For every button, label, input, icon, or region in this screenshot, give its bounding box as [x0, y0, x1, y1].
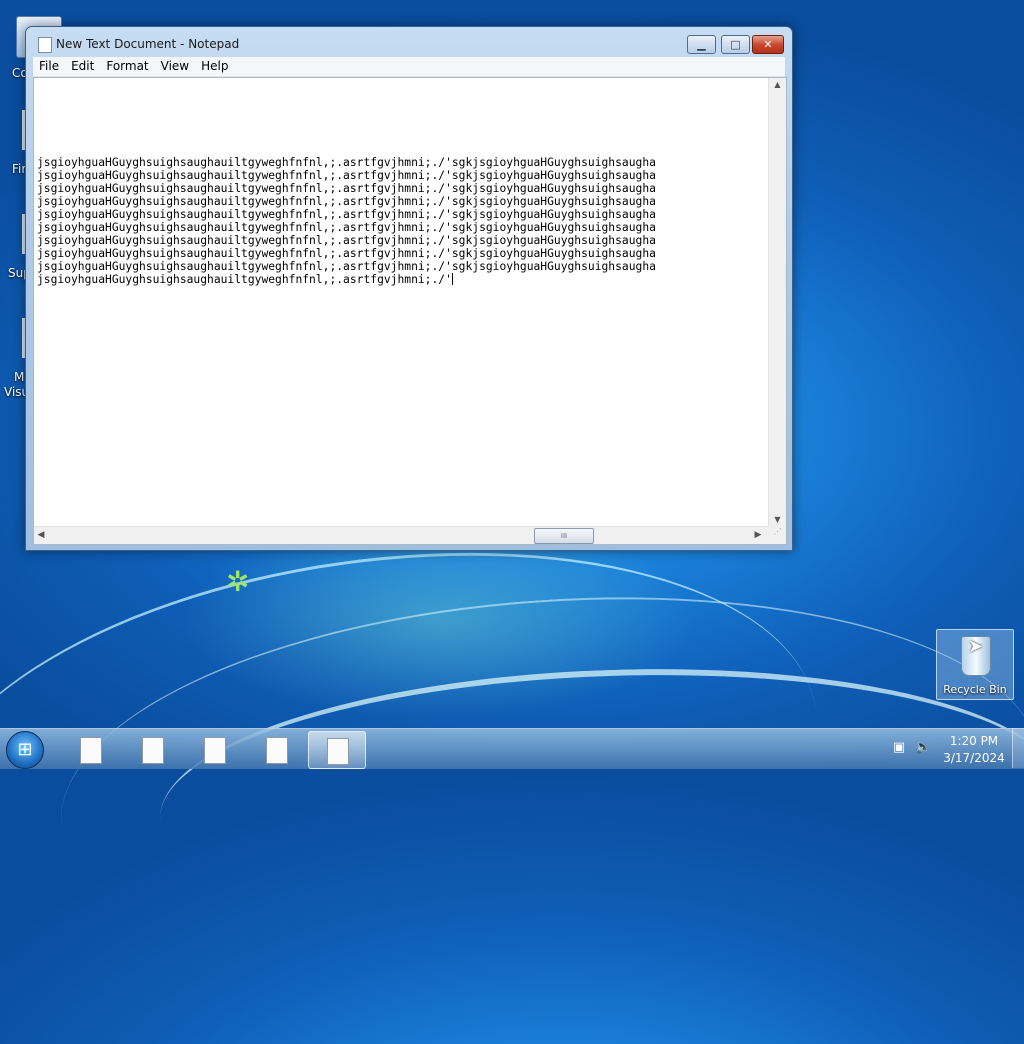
taskbar-item-notepad-active[interactable]	[308, 731, 366, 769]
menu-file[interactable]: File	[33, 57, 65, 76]
vertical-scrollbar[interactable]: ▲ ▼	[768, 78, 786, 527]
text-caret	[451, 273, 453, 285]
text-line: jsgioyhguaHGuyghsuighsaughauiltgyweghfnf…	[37, 247, 656, 260]
taskbar-item-document[interactable]	[186, 731, 242, 767]
minimize-button[interactable]: ▁	[687, 35, 716, 54]
text-line: jsgioyhguaHGuyghsuighsaughauiltgyweghfnf…	[37, 182, 656, 195]
title-bar[interactable]: New Text Document - Notepad ▁ □ ✕	[26, 27, 792, 59]
taskbar: ⊞	[0, 728, 1024, 769]
taskbar-item-document[interactable]	[124, 731, 180, 767]
text-line: jsgioyhguaHGuyghsuighsaughauiltgyweghfnf…	[37, 221, 656, 234]
menu-help[interactable]: Help	[195, 57, 234, 76]
document-icon	[80, 737, 102, 764]
document-icon	[204, 737, 226, 764]
menu-edit[interactable]: Edit	[65, 57, 100, 76]
horizontal-scrollbar[interactable]: ◀ III ▶	[34, 526, 769, 544]
recycle-bin-label: Recycle Bin	[943, 683, 1007, 696]
system-clock[interactable]: 1:20 PM 3/17/2024	[936, 733, 1012, 767]
document-icon	[266, 737, 288, 764]
start-button[interactable]: ⊞	[6, 731, 44, 769]
taskbar-item-document[interactable]	[248, 731, 304, 767]
notepad-window[interactable]: New Text Document - Notepad ▁ □ ✕ File Ed…	[25, 26, 793, 551]
document-icon	[142, 737, 164, 764]
wallpaper-windows-logo: ✲	[226, 565, 250, 598]
notepad-icon	[38, 37, 52, 53]
text-line: jsgioyhguaHGuyghsuighsaughauiltgyweghfnf…	[37, 156, 656, 169]
text-line: jsgioyhguaHGuyghsuighsaughauiltgyweghfnf…	[37, 208, 656, 221]
show-desktop-button[interactable]	[1012, 728, 1024, 768]
menu-format[interactable]: Format	[100, 57, 154, 76]
text-editor[interactable]: jsgioyhguaHGuyghsuighsaughauiltgyweghfnf…	[33, 77, 787, 545]
clock-date: 3/17/2024	[943, 751, 1005, 765]
document-icon	[327, 738, 349, 765]
maximize-button[interactable]: □	[721, 35, 750, 54]
text-line: jsgioyhguaHGuyghsuighsaughauiltgyweghfnf…	[37, 273, 452, 286]
close-button[interactable]: ✕	[752, 35, 784, 54]
menu-bar: File Edit Format View Help	[33, 57, 785, 77]
document-text[interactable]: jsgioyhguaHGuyghsuighsaughauiltgyweghfnf…	[37, 156, 767, 496]
scroll-right-arrow-icon[interactable]: ▶	[751, 527, 765, 544]
mouse-pointer-icon: ➤	[968, 636, 984, 657]
desktop-icon-label: M	[14, 370, 25, 384]
windows-orb-icon: ⊞	[17, 739, 33, 760]
clock-time: 1:20 PM	[949, 734, 999, 748]
network-icon[interactable]: ▣	[891, 740, 907, 756]
text-line: jsgioyhguaHGuyghsuighsaughauiltgyweghfnf…	[37, 195, 656, 208]
scroll-up-arrow-icon[interactable]: ▲	[769, 78, 786, 92]
scroll-left-arrow-icon[interactable]: ◀	[34, 527, 48, 544]
menu-view[interactable]: View	[155, 57, 195, 76]
window-title: New Text Document - Notepad	[56, 37, 240, 51]
scroll-down-arrow-icon[interactable]: ▼	[769, 513, 786, 527]
resize-grip-icon[interactable]: ⋰	[769, 527, 786, 544]
volume-muted-icon[interactable]: 🔈	[915, 740, 931, 756]
horizontal-scroll-thumb[interactable]: III	[534, 528, 594, 544]
text-line: jsgioyhguaHGuyghsuighsaughauiltgyweghfnf…	[37, 234, 656, 247]
text-line: jsgioyhguaHGuyghsuighsaughauiltgyweghfnf…	[37, 169, 656, 182]
text-line: jsgioyhguaHGuyghsuighsaughauiltgyweghfnf…	[37, 260, 656, 273]
taskbar-item-document[interactable]	[62, 731, 118, 767]
